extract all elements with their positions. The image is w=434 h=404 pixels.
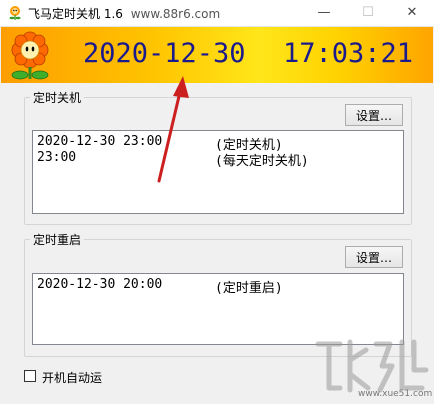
flower-icon bbox=[11, 31, 49, 80]
shutdown-group-label: 定时关机 bbox=[30, 89, 85, 106]
app-window: 飞马定时关机 1.6 www.88r6.com — ☐ ✕ 2020-12-30… bbox=[0, 0, 434, 404]
close-button[interactable]: ✕ bbox=[390, 0, 434, 26]
minimize-button[interactable]: — bbox=[302, 0, 346, 26]
schedule-time: 23:00 bbox=[37, 150, 77, 165]
restart-group-label: 定时重启 bbox=[30, 231, 85, 248]
current-time: 17:03:21 bbox=[283, 38, 414, 69]
schedule-time: 2020-12-30 20:00 bbox=[37, 277, 163, 292]
watermark-domain: www.xue51.com bbox=[358, 389, 433, 399]
clock-banner: 2020-12-30 17:03:21 bbox=[1, 27, 433, 83]
autostart-label[interactable]: 开机自动运 bbox=[42, 369, 102, 386]
window-title: 飞马定时关机 1.6 www.88r6.com bbox=[28, 5, 220, 22]
schedule-type: (每天定时关机) bbox=[215, 154, 309, 169]
restart-settings-button[interactable]: 设置… bbox=[345, 246, 403, 268]
shutdown-group: 定时关机 设置… 2020-12-30 23:00 (定时关机) 23:00 (… bbox=[24, 89, 412, 225]
window-title-url: www.88r6.com bbox=[130, 7, 221, 21]
window-title-name: 飞马定时关机 1.6 bbox=[28, 7, 123, 21]
shutdown-schedule-list[interactable]: 2020-12-30 23:00 (定时关机) 23:00 (每天定时关机) bbox=[32, 130, 404, 214]
schedule-time: 2020-12-30 23:00 bbox=[37, 134, 163, 149]
current-date: 2020-12-30 bbox=[83, 38, 246, 69]
autostart-checkbox[interactable] bbox=[24, 370, 36, 382]
title-bar[interactable]: 飞马定时关机 1.6 www.88r6.com — ☐ ✕ bbox=[0, 0, 434, 27]
flower-icon bbox=[9, 6, 21, 20]
schedule-type: (定时重启) bbox=[215, 281, 283, 296]
shutdown-settings-button[interactable]: 设置… bbox=[345, 104, 403, 126]
maximize-button[interactable]: ☐ bbox=[346, 0, 390, 26]
